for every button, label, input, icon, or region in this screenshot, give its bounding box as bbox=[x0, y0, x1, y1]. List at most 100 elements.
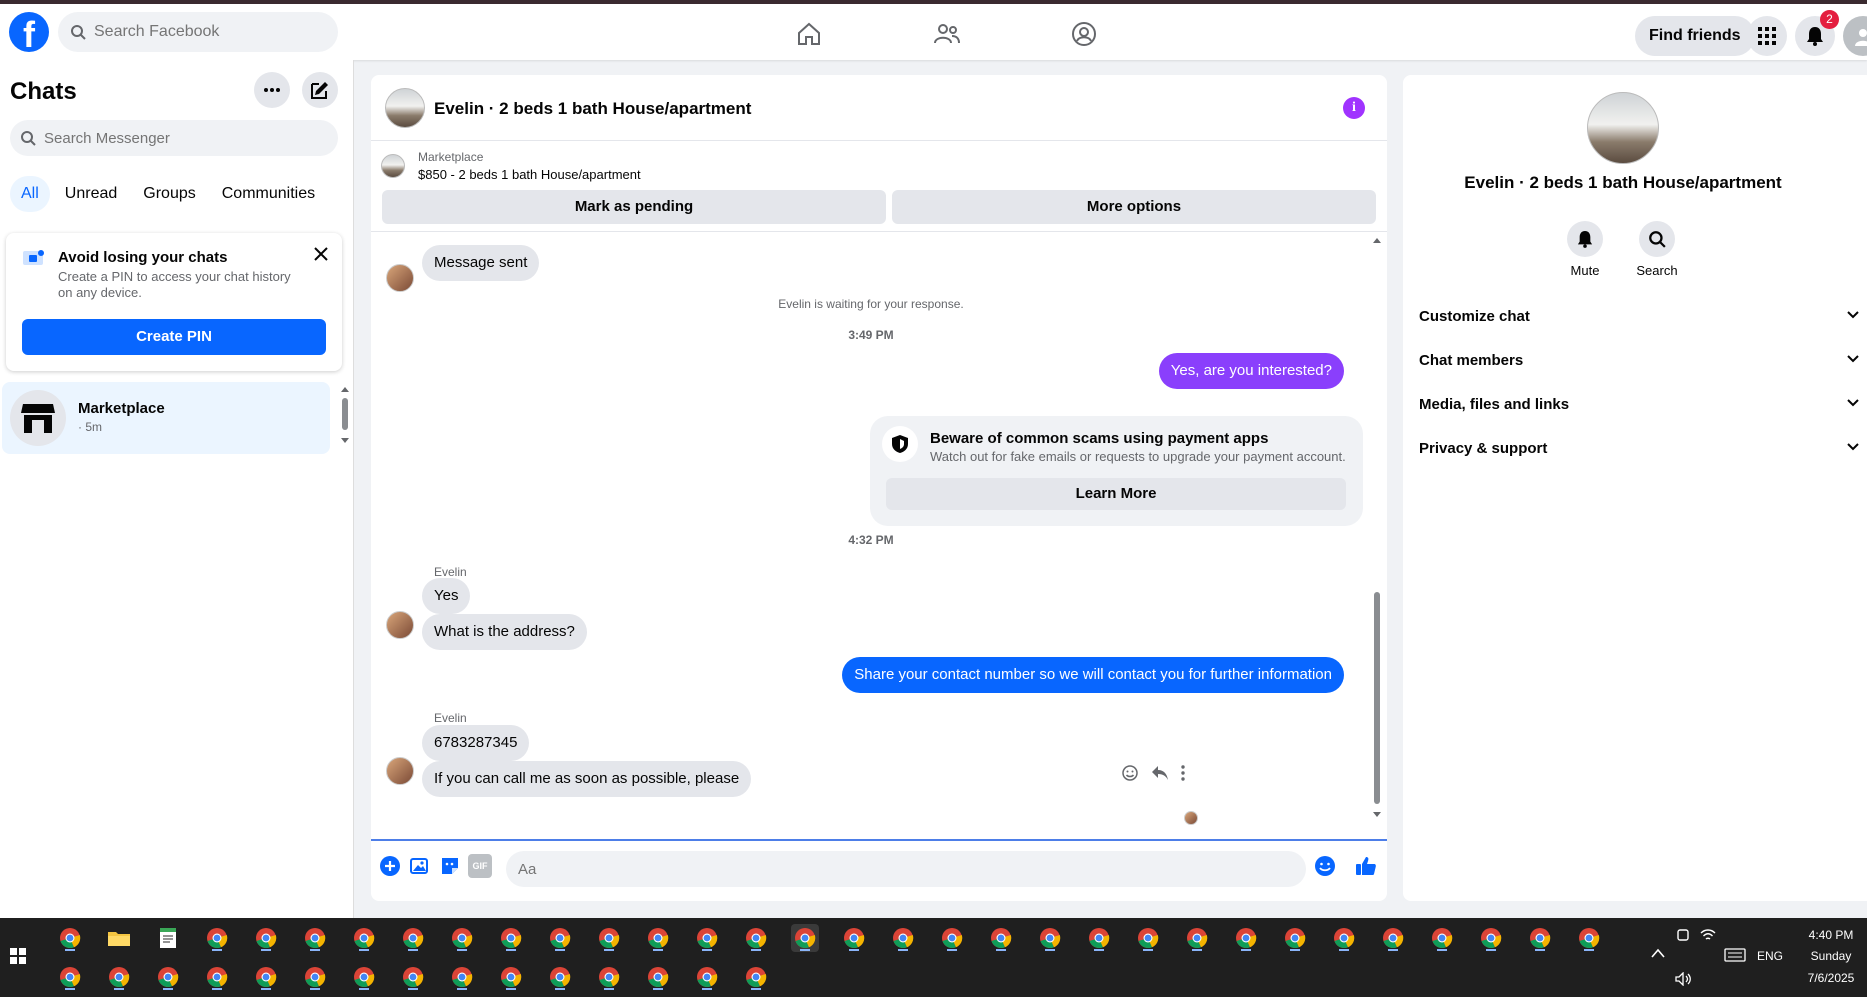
learn-more-button[interactable]: Learn More bbox=[886, 478, 1346, 510]
react-emoji-icon[interactable] bbox=[1121, 764, 1139, 782]
friends-icon[interactable] bbox=[927, 14, 967, 54]
reply-icon[interactable] bbox=[1151, 765, 1169, 781]
chrome-icon[interactable] bbox=[1036, 924, 1064, 952]
messenger-search-input[interactable] bbox=[44, 129, 314, 147]
message-bubble-outgoing[interactable]: Yes, are you interested? bbox=[1158, 353, 1344, 389]
filter-unread[interactable]: Unread bbox=[54, 176, 128, 212]
chrome-icon[interactable] bbox=[889, 924, 917, 952]
chat-options-button[interactable] bbox=[254, 72, 290, 108]
profile-avatar[interactable] bbox=[1843, 16, 1867, 56]
more-options-button[interactable]: More options bbox=[892, 190, 1376, 224]
chrome-icon[interactable] bbox=[1183, 924, 1211, 952]
chrome-icon[interactable] bbox=[350, 963, 378, 991]
chat-members-section[interactable]: Chat members bbox=[1419, 343, 1859, 379]
facebook-logo[interactable]: f bbox=[9, 12, 49, 52]
chrome-icon[interactable] bbox=[1232, 924, 1260, 952]
message-input[interactable] bbox=[506, 851, 1306, 887]
info-icon[interactable]: i bbox=[1343, 97, 1365, 119]
chrome-icon[interactable] bbox=[448, 924, 476, 952]
chrome-icon[interactable] bbox=[742, 924, 770, 952]
notifications-button[interactable]: 2 bbox=[1795, 10, 1839, 56]
create-pin-button[interactable]: Create PIN bbox=[22, 319, 326, 355]
chrome-icon[interactable] bbox=[546, 963, 574, 991]
media-files-links-section[interactable]: Media, files and links bbox=[1419, 387, 1859, 423]
messenger-search-box[interactable] bbox=[10, 120, 338, 156]
volume-icon[interactable] bbox=[1675, 972, 1693, 986]
chrome-icon[interactable] bbox=[693, 924, 721, 952]
chrome-icon[interactable] bbox=[1428, 924, 1456, 952]
language-indicator[interactable]: ENG bbox=[1757, 949, 1783, 963]
more-vertical-icon[interactable] bbox=[1181, 765, 1185, 781]
wifi-icon[interactable] bbox=[1700, 928, 1716, 942]
notepad-icon[interactable] bbox=[154, 924, 182, 952]
find-friends-button[interactable]: Find friends bbox=[1635, 16, 1755, 56]
chrome-icon[interactable] bbox=[1134, 924, 1162, 952]
plus-circle-icon[interactable] bbox=[378, 854, 402, 878]
gif-button[interactable]: GIF bbox=[468, 854, 492, 878]
chrome-icon[interactable] bbox=[154, 963, 182, 991]
chrome-icon[interactable] bbox=[1379, 924, 1407, 952]
thumbs-up-icon[interactable] bbox=[1354, 854, 1378, 878]
chrome-icon[interactable] bbox=[546, 924, 574, 952]
chrome-icon[interactable] bbox=[105, 963, 133, 991]
home-icon[interactable] bbox=[789, 14, 829, 54]
file-explorer-icon[interactable] bbox=[105, 924, 133, 952]
chrome-icon[interactable] bbox=[1526, 924, 1554, 952]
chrome-icon[interactable] bbox=[1330, 924, 1358, 952]
chrome-icon[interactable] bbox=[987, 924, 1015, 952]
filter-all[interactable]: All bbox=[10, 176, 50, 212]
message-bubble-incoming[interactable]: What is the address? bbox=[422, 614, 587, 650]
chrome-icon[interactable] bbox=[203, 924, 231, 952]
chrome-icon[interactable] bbox=[399, 924, 427, 952]
chrome-icon[interactable] bbox=[644, 924, 672, 952]
chrome-icon[interactable] bbox=[840, 924, 868, 952]
chrome-icon[interactable] bbox=[1281, 924, 1309, 952]
chrome-icon[interactable] bbox=[350, 924, 378, 952]
mute-action[interactable]: Mute bbox=[1555, 221, 1615, 278]
filter-communities[interactable]: Communities bbox=[211, 176, 326, 212]
message-bubble-incoming[interactable]: Yes bbox=[422, 578, 471, 614]
filter-groups[interactable]: Groups bbox=[132, 176, 206, 212]
search-in-chat-action[interactable]: Search bbox=[1627, 221, 1687, 278]
chrome-icon[interactable] bbox=[497, 963, 525, 991]
new-message-button[interactable] bbox=[302, 72, 338, 108]
windows-start-icon[interactable] bbox=[10, 948, 26, 964]
chrome-icon[interactable] bbox=[1575, 924, 1603, 952]
chrome-icon[interactable] bbox=[399, 963, 427, 991]
message-bubble-incoming[interactable]: 6783287345 bbox=[422, 725, 530, 761]
message-bubble-outgoing[interactable]: Share your contact number so we will con… bbox=[842, 657, 1344, 693]
groups-icon[interactable] bbox=[1064, 14, 1104, 54]
chrome-icon[interactable] bbox=[791, 924, 819, 952]
chrome-icon[interactable] bbox=[938, 924, 966, 952]
meet-icon[interactable] bbox=[1676, 928, 1690, 942]
facebook-search-box[interactable] bbox=[58, 12, 338, 52]
chrome-icon[interactable] bbox=[644, 963, 672, 991]
sidebar-scrollbar[interactable] bbox=[340, 386, 350, 444]
chrome-icon[interactable] bbox=[56, 963, 84, 991]
keyboard-icon[interactable] bbox=[1724, 948, 1746, 962]
chrome-icon[interactable] bbox=[56, 924, 84, 952]
message-bubble-incoming[interactable]: Message sent bbox=[422, 245, 540, 281]
listing-price-title[interactable]: $850 - 2 beds 1 bath House/apartment bbox=[418, 167, 641, 182]
chrome-icon[interactable] bbox=[1085, 924, 1113, 952]
chrome-icon[interactable] bbox=[1477, 924, 1505, 952]
conversation-title[interactable]: Evelin · 2 beds 1 bath House/apartment bbox=[434, 99, 751, 119]
sticker-icon[interactable] bbox=[438, 854, 462, 878]
close-icon[interactable] bbox=[310, 243, 332, 265]
photo-icon[interactable] bbox=[408, 854, 432, 878]
conversation-scrollbar[interactable] bbox=[1371, 235, 1383, 820]
message-bubble-incoming[interactable]: If you can call me as soon as possible, … bbox=[422, 761, 752, 797]
chrome-icon[interactable] bbox=[203, 963, 231, 991]
chrome-icon[interactable] bbox=[497, 924, 525, 952]
clock-time[interactable]: 4:40 PM bbox=[1801, 928, 1861, 942]
menu-grid-button[interactable] bbox=[1747, 16, 1787, 56]
chrome-icon[interactable] bbox=[693, 963, 721, 991]
customize-chat-section[interactable]: Customize chat bbox=[1419, 299, 1859, 335]
facebook-search-input[interactable] bbox=[94, 23, 314, 41]
chrome-icon[interactable] bbox=[252, 924, 280, 952]
chrome-icon[interactable] bbox=[301, 963, 329, 991]
chrome-icon[interactable] bbox=[448, 963, 476, 991]
chrome-icon[interactable] bbox=[742, 963, 770, 991]
chat-list-item-marketplace[interactable]: Marketplace · 5m bbox=[2, 382, 330, 454]
chevron-up-icon[interactable] bbox=[1651, 948, 1665, 958]
